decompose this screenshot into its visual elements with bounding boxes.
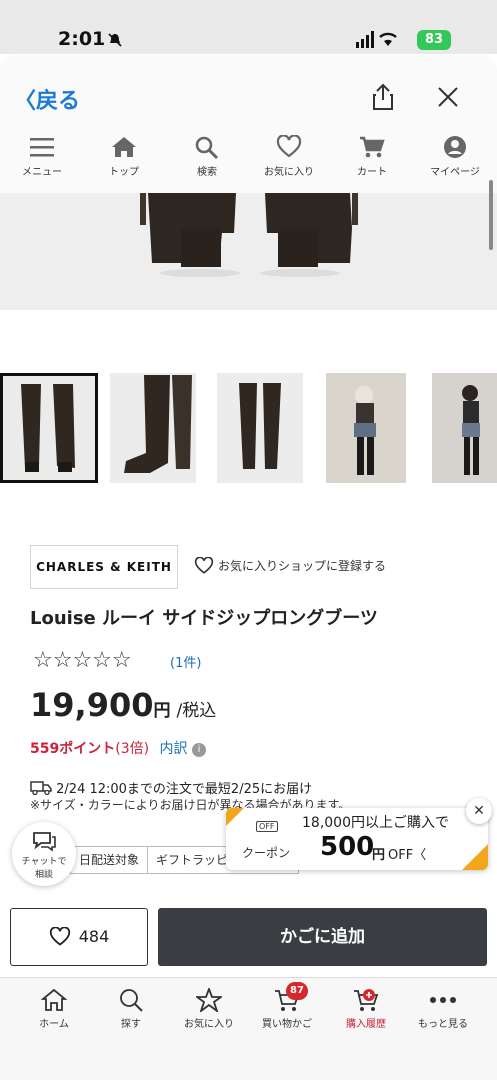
nav-label: メニュー bbox=[22, 167, 62, 178]
points-row: 559ポイント(3倍) 内訳 i bbox=[30, 738, 206, 758]
star-icon bbox=[196, 988, 222, 1012]
tab-label: ホーム bbox=[39, 1019, 69, 1030]
tab-label: お気に入り bbox=[184, 1019, 234, 1030]
thumbnail-image bbox=[432, 373, 497, 483]
nav-label: お気に入り bbox=[264, 167, 314, 178]
thumbnail-image bbox=[326, 373, 406, 483]
delivery-info: 2/24 12:00までの注文で最短2/25にお届け bbox=[30, 778, 312, 797]
favorite-count: 484 bbox=[78, 927, 110, 946]
cart-count-badge: 87 bbox=[286, 982, 308, 1000]
tax-label: /税込 bbox=[176, 701, 217, 721]
heart-icon bbox=[276, 135, 302, 158]
price-number: 19,900 bbox=[30, 686, 154, 724]
rating-stars: ☆☆☆☆☆ bbox=[33, 648, 134, 673]
nav-menu[interactable]: メニュー bbox=[7, 135, 77, 178]
account-icon bbox=[444, 136, 466, 158]
tab-label: 購入履歴 bbox=[346, 1019, 386, 1030]
chat-label-2: 相談 bbox=[34, 870, 53, 880]
coupon-amount: 500 bbox=[320, 832, 375, 862]
close-icon[interactable] bbox=[436, 85, 460, 109]
points-multiplier: (3倍) bbox=[115, 741, 150, 757]
share-icon[interactable] bbox=[371, 83, 395, 111]
signal-wifi-icon bbox=[356, 31, 397, 48]
more-icon bbox=[430, 997, 456, 1003]
price-unit: 円 bbox=[153, 701, 171, 721]
back-button[interactable]: 〈戻る bbox=[14, 83, 80, 115]
thumbnail-1[interactable] bbox=[0, 373, 98, 483]
tab-purchase-history[interactable]: 購入履歴 bbox=[326, 988, 406, 1030]
boots-photo bbox=[0, 193, 497, 310]
brand-button[interactable]: CHARLES & KEITH bbox=[30, 545, 178, 589]
points-value: 559ポイント bbox=[30, 741, 116, 757]
cart-icon bbox=[360, 136, 385, 158]
thumbnail-5[interactable] bbox=[432, 373, 497, 483]
heart-icon bbox=[49, 926, 70, 946]
tab-home[interactable]: ホーム bbox=[14, 988, 94, 1030]
status-bar: 2:01 83 bbox=[0, 0, 497, 54]
bottom-tab-bar: ホーム 探す お気に入り 買い物かご 購入履歴 もっと見る bbox=[0, 977, 497, 1080]
nav-top[interactable]: トップ bbox=[89, 135, 159, 178]
battery-indicator: 83 bbox=[417, 30, 451, 50]
review-count-link[interactable]: (1件) bbox=[170, 652, 201, 671]
tab-label: 買い物かご bbox=[262, 1019, 312, 1030]
chat-button[interactable]: チャットで 相談 bbox=[12, 822, 76, 886]
history-icon bbox=[354, 989, 379, 1011]
heart-icon bbox=[194, 556, 214, 574]
coupon-unit: 円 bbox=[372, 848, 386, 863]
shipping-tag: 日配送対象 bbox=[70, 846, 148, 874]
chat-label-1: チャットで bbox=[21, 857, 67, 867]
coupon-banner[interactable]: OFF クーポン 18,000円以上ご購入で 500 円 OFF〈 bbox=[226, 808, 488, 870]
star-rating-text: ☆☆☆☆☆ bbox=[33, 648, 132, 673]
status-time: 2:01 bbox=[58, 28, 106, 50]
nav-cart[interactable]: カート bbox=[337, 135, 407, 178]
scrollbar[interactable] bbox=[489, 180, 493, 250]
tab-more[interactable]: もっと見る bbox=[403, 988, 483, 1030]
coupon-close-button[interactable]: ✕ bbox=[466, 798, 492, 824]
nav-favorites[interactable]: お気に入り bbox=[254, 135, 324, 178]
price: 19,900円/税込 bbox=[30, 686, 216, 724]
mute-bell-icon bbox=[108, 33, 122, 47]
coupon-label: クーポン bbox=[242, 846, 291, 860]
delivery-text: 2/24 12:00までの注文で最短2/25にお届け bbox=[56, 782, 313, 797]
product-title: Louise ルーイ サイドジップロングブーツ bbox=[30, 608, 378, 629]
favorite-shop-link[interactable]: お気に入りショップに登録する bbox=[194, 556, 387, 575]
tab-label: もっと見る bbox=[418, 1019, 468, 1030]
thumbnail-3[interactable] bbox=[217, 373, 303, 483]
nav-label: 検索 bbox=[197, 167, 217, 178]
info-icon[interactable]: i bbox=[191, 743, 206, 757]
menu-icon bbox=[30, 138, 54, 157]
thumbnail-image bbox=[3, 376, 95, 480]
home-icon bbox=[112, 137, 136, 157]
add-to-cart-button[interactable]: かごに追加 bbox=[158, 908, 487, 966]
nav-label: トップ bbox=[109, 167, 139, 178]
thumbnail-image bbox=[110, 373, 196, 483]
favorite-button[interactable]: 484 bbox=[10, 908, 148, 966]
nav-label: カート bbox=[357, 167, 387, 178]
points-detail-link[interactable]: 内訳 bbox=[160, 741, 188, 757]
nav-label: マイページ bbox=[430, 167, 480, 178]
tab-favorites[interactable]: お気に入り bbox=[169, 988, 249, 1030]
thumbnail-4[interactable] bbox=[326, 373, 406, 483]
tab-search[interactable]: 探す bbox=[91, 988, 171, 1030]
coupon-off-badge: OFF bbox=[256, 821, 278, 832]
nav-mypage[interactable]: マイページ bbox=[420, 135, 490, 178]
search-icon bbox=[195, 136, 219, 159]
thumbnail-2[interactable] bbox=[110, 373, 196, 483]
search-icon bbox=[120, 989, 143, 1012]
thumbnail-image bbox=[217, 373, 303, 483]
coupon-condition: 18,000円以上ご購入で bbox=[302, 815, 449, 831]
truck-icon bbox=[30, 781, 52, 796]
browser-header: 〈戻る メニュー トップ 検索 お気に入り カート マイページ bbox=[0, 55, 497, 193]
product-main-image[interactable] bbox=[0, 193, 497, 310]
tab-label: 探す bbox=[121, 1019, 141, 1030]
coupon-off-label: OFF〈 bbox=[388, 848, 427, 863]
nav-search[interactable]: 検索 bbox=[172, 135, 242, 178]
chat-icon bbox=[33, 832, 56, 852]
favorite-shop-label: お気に入りショップに登録する bbox=[218, 559, 387, 573]
home-icon bbox=[41, 988, 67, 1011]
